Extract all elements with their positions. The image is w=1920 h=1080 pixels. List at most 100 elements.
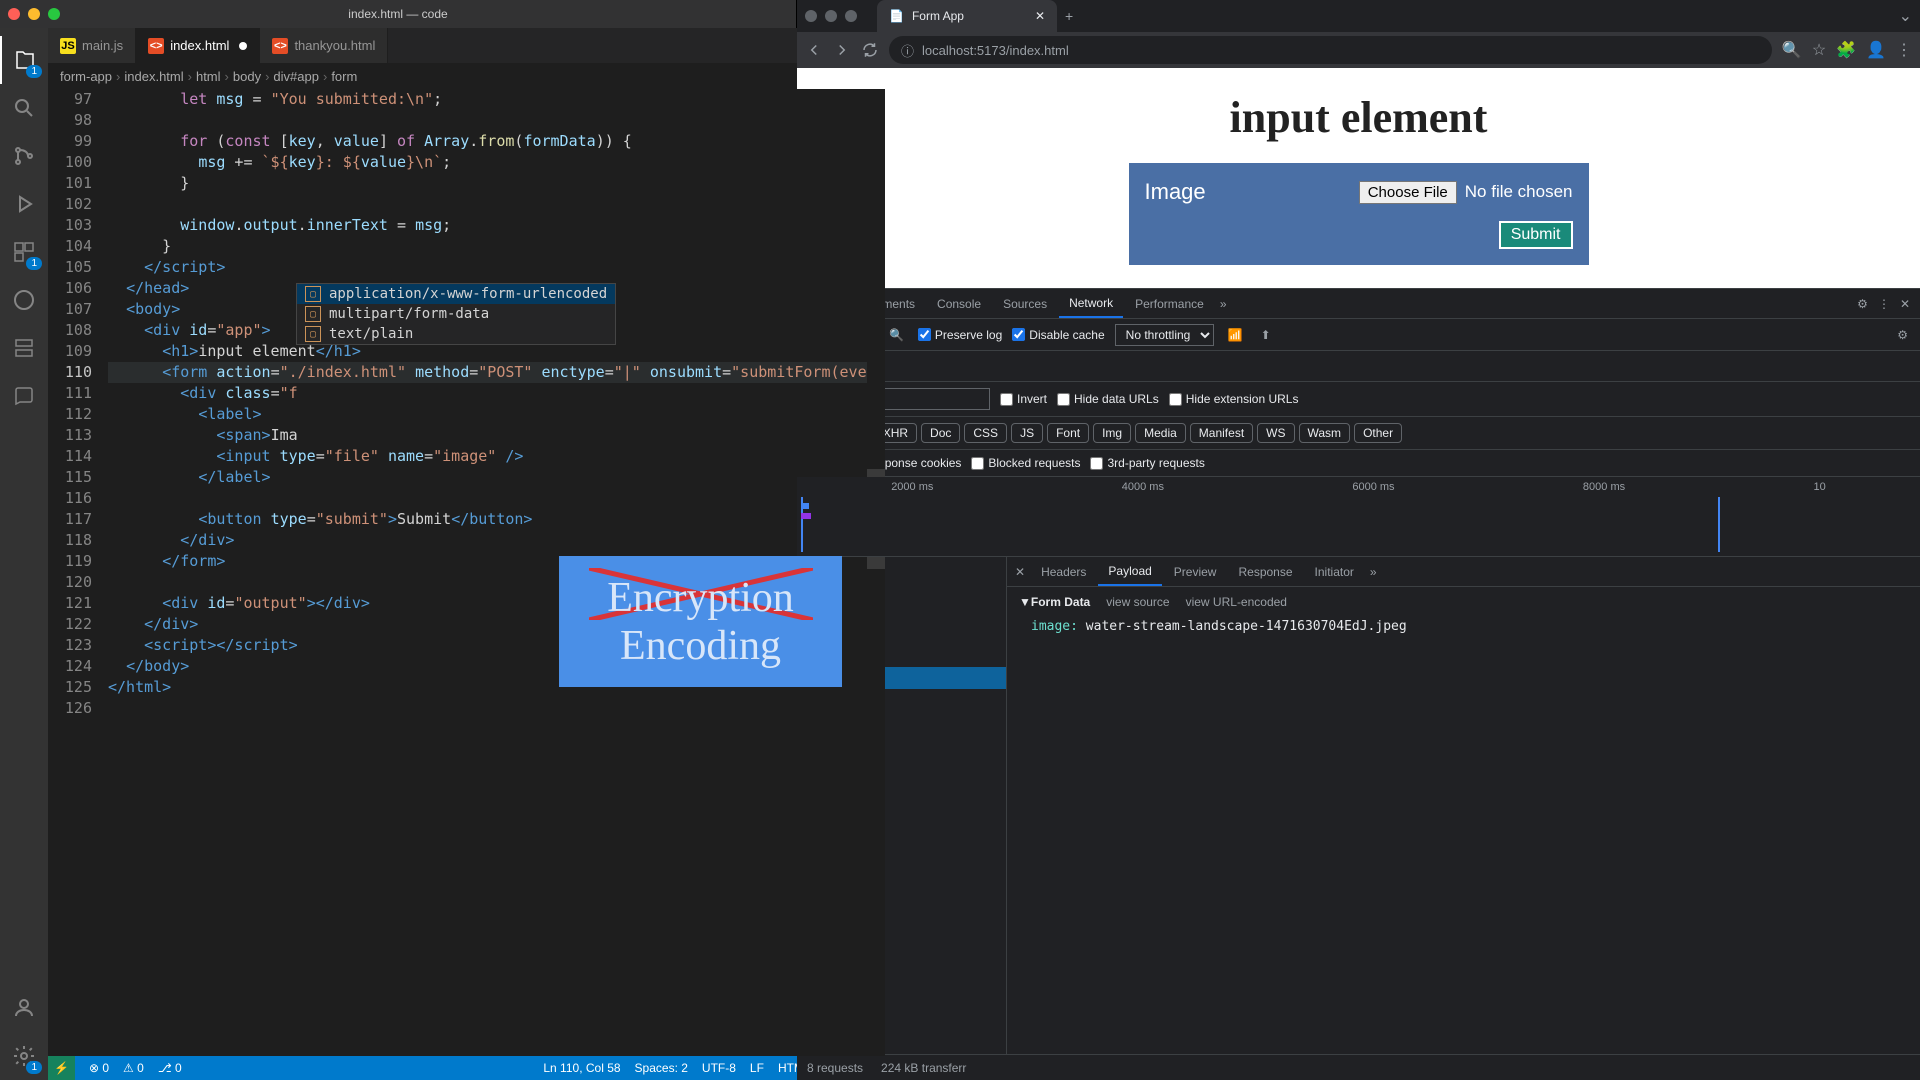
import-icon[interactable]: ⬆ [1257,324,1275,346]
more-detail-tabs-icon[interactable]: » [1366,561,1381,583]
devtools-close-icon[interactable]: ✕ [1896,293,1914,315]
devtools-tabs: Elements Console Sources Network Perform… [797,289,1920,319]
blocked-requests-checkbox[interactable]: Blocked requests [971,456,1080,470]
status-errors[interactable]: ⊗ 0 [89,1061,109,1075]
account-icon[interactable] [0,984,48,1032]
autocomplete-option[interactable]: ▢text/plain [297,324,615,344]
form-data-section[interactable]: ▼Form Data [1019,595,1090,609]
settings-icon[interactable]: 1 [0,1032,48,1080]
run-debug-icon[interactable] [0,180,48,228]
status-warnings[interactable]: ⚠ 0 [123,1061,144,1075]
browser-tab[interactable]: 📄 Form App ✕ [877,0,1057,32]
detail-tab-preview[interactable]: Preview [1164,559,1227,585]
close-tab-icon[interactable]: ✕ [1035,9,1045,23]
tab-main-js[interactable]: JSmain.js [48,28,136,63]
browser-toolbar: ⓘ localhost:5173/index.html 🔍 ☆ 🧩 👤 ⋮ [797,32,1920,68]
network-conditions-icon[interactable]: 📶 [1224,324,1247,346]
third-party-checkbox[interactable]: 3rd-party requests [1090,456,1204,470]
detail-tab-headers[interactable]: Headers [1031,559,1096,585]
filter-chip-media[interactable]: Media [1135,423,1186,443]
search-icon[interactable]: 🔍 [885,324,908,346]
view-source-link[interactable]: view source [1106,595,1169,609]
devtools-settings-icon[interactable]: ⚙ [1853,293,1872,315]
throttling-select[interactable]: No throttling [1115,324,1214,346]
close-window[interactable] [8,8,20,20]
search-icon[interactable] [0,84,48,132]
vscode-titlebar: index.html — code [0,0,796,28]
tab-network[interactable]: Network [1059,290,1123,318]
view-url-encoded-link[interactable]: view URL-encoded [1186,595,1287,609]
request-detail: ✕ Headers Payload Preview Response Initi… [1007,557,1920,1054]
filter-chip-ws[interactable]: WS [1257,423,1294,443]
filter-chip-doc[interactable]: Doc [921,423,960,443]
minimize-window[interactable] [28,8,40,20]
explorer-icon[interactable]: 1 [0,36,48,84]
db-icon[interactable] [0,324,48,372]
back-button[interactable] [805,41,823,59]
minimap[interactable] [867,89,885,1056]
window-controls [8,8,60,20]
zoom-icon[interactable]: 🔍 [1782,40,1802,60]
detail-tab-response[interactable]: Response [1228,559,1302,585]
close-detail-icon[interactable]: ✕ [1011,561,1029,583]
network-timeline[interactable]: 2000 ms 4000 ms 6000 ms 8000 ms 10 [797,477,1920,557]
tab-console[interactable]: Console [927,291,991,317]
address-bar[interactable]: ⓘ localhost:5173/index.html [889,36,1772,64]
preserve-log-checkbox[interactable]: Preserve log [918,328,1002,342]
filter-chip-css[interactable]: CSS [964,423,1007,443]
source-control-icon[interactable] [0,132,48,180]
remote-indicator[interactable]: ⚡ [48,1056,75,1080]
filter-chip-manifest[interactable]: Manifest [1190,423,1253,443]
forward-button[interactable] [833,41,851,59]
tab-sources[interactable]: Sources [993,291,1057,317]
vscode-window: index.html — code 1 1 1 JSmain.js <>inde… [0,0,797,1080]
detail-tab-payload[interactable]: Payload [1098,558,1161,586]
form: Image Choose File No file chosen Submit [1129,163,1589,265]
filter-chip-wasm[interactable]: Wasm [1299,423,1351,443]
payload-row: image: water-stream-landscape-1471630704… [1019,617,1908,636]
tab-thankyou-html[interactable]: <>thankyou.html [260,28,388,63]
chat-icon[interactable] [0,372,48,420]
devtools-menu-icon[interactable]: ⋮ [1874,293,1894,315]
tab-performance[interactable]: Performance [1125,291,1214,317]
disable-cache-checkbox[interactable]: Disable cache [1012,328,1104,342]
cursor-position[interactable]: Ln 110, Col 58 [543,1061,620,1075]
new-tab-button[interactable]: + [1065,8,1073,24]
reload-button[interactable] [861,41,879,59]
maximize-window[interactable] [48,8,60,20]
menu-icon[interactable]: ⋮ [1896,40,1912,60]
remote-icon[interactable] [0,276,48,324]
close-window[interactable] [805,10,817,22]
submit-button[interactable]: Submit [1499,221,1573,249]
minimize-window[interactable] [825,10,837,22]
filter-chip-img[interactable]: Img [1093,423,1131,443]
choose-file-button[interactable]: Choose File [1359,181,1457,204]
maximize-window[interactable] [845,10,857,22]
eol[interactable]: LF [750,1061,764,1075]
extensions-icon[interactable]: 1 [0,228,48,276]
chevron-down-icon[interactable]: ⌄ [1899,6,1912,26]
more-tabs-icon[interactable]: » [1216,293,1231,315]
encoding[interactable]: UTF-8 [702,1061,736,1075]
hide-extension-urls-checkbox[interactable]: Hide extension URLs [1169,392,1299,406]
filter-chip-js[interactable]: JS [1011,423,1043,443]
annotation-overlay: Encryption Encoding [559,556,842,687]
status-bar: ⚡ ⊗ 0 ⚠ 0 ⎇ 0 Ln 110, Col 58 Spaces: 2 U… [48,1056,885,1080]
detail-tab-initiator[interactable]: Initiator [1305,559,1364,585]
status-git[interactable]: ⎇ 0 [158,1061,182,1075]
network-toolbar: ⊘ ▼ 🔍 Preserve log Disable cache No thro… [797,319,1920,351]
site-info-icon[interactable]: ⓘ [901,41,914,60]
autocomplete-option[interactable]: ▢multipart/form-data [297,304,615,324]
hide-data-urls-checkbox[interactable]: Hide data URLs [1057,392,1159,406]
network-settings-icon[interactable]: ⚙ [1893,324,1912,346]
filter-chip-other[interactable]: Other [1354,423,1402,443]
extensions-icon[interactable]: 🧩 [1836,40,1856,60]
invert-checkbox[interactable]: Invert [1000,392,1047,406]
tab-index-html[interactable]: <>index.html [136,28,260,63]
profile-icon[interactable]: 👤 [1866,40,1886,60]
breadcrumb[interactable]: form-app› index.html› html› body› div#ap… [48,63,885,89]
bookmark-icon[interactable]: ☆ [1812,40,1826,60]
filter-chip-font[interactable]: Font [1047,423,1089,443]
indent[interactable]: Spaces: 2 [635,1061,688,1075]
autocomplete-option[interactable]: ▢application/x-www-form-urlencoded [297,284,615,304]
